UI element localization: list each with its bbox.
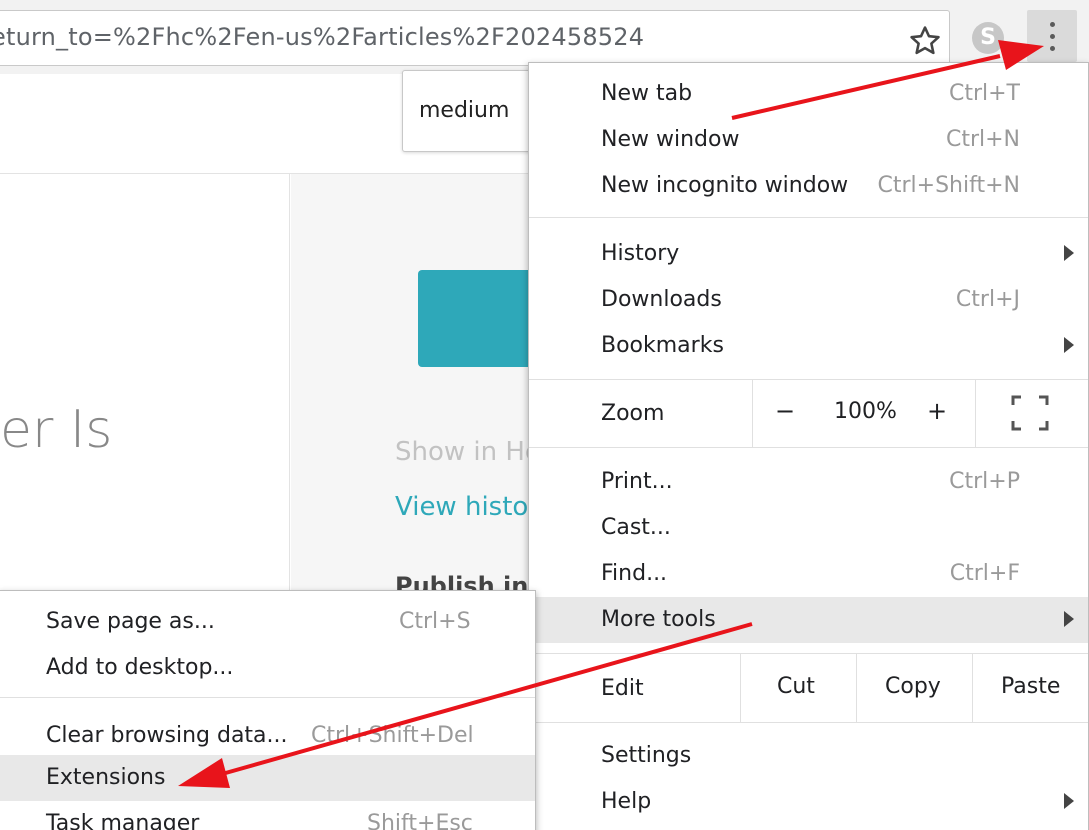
menu-item-label: Downloads — [601, 287, 722, 312]
submenu-item-shortcut: Ctrl+Shift+Del — [311, 723, 474, 748]
submenu-item-clear-browsing-data[interactable]: Clear browsing data... Ctrl+Shift+Del — [0, 713, 535, 759]
submenu-item-label: Add to desktop... — [46, 655, 234, 680]
menu-item-new-window[interactable]: New window Ctrl+N — [529, 117, 1088, 163]
more-tools-submenu: Save page as... Ctrl+S Add to desktop...… — [0, 590, 536, 830]
menu-item-label: Cast... — [601, 515, 671, 540]
submenu-item-label: Save page as... — [46, 609, 215, 634]
menu-item-shortcut: Ctrl+N — [945, 127, 1020, 152]
submenu-arrow-icon — [1064, 611, 1074, 627]
zoom-label: Zoom — [601, 401, 665, 426]
menu-item-label: Help — [601, 789, 652, 814]
menu-dot-icon — [1050, 34, 1055, 39]
edit-divider — [740, 654, 741, 722]
zoom-divider — [975, 379, 976, 447]
menu-item-history[interactable]: History — [529, 231, 1088, 277]
menu-item-downloads[interactable]: Downloads Ctrl+J — [529, 277, 1088, 323]
menu-separator — [529, 722, 1088, 723]
menu-item-bookmarks[interactable]: Bookmarks — [529, 323, 1088, 369]
show-in-help-text: Show in He — [395, 437, 541, 467]
submenu-item-add-to-desktop[interactable]: Add to desktop... — [0, 645, 535, 691]
copy-button[interactable]: Copy — [885, 674, 941, 699]
edit-divider — [972, 654, 973, 722]
menu-item-shortcut: Ctrl+T — [948, 81, 1020, 106]
menu-item-shortcut: Ctrl+P — [949, 469, 1020, 494]
menu-separator — [0, 697, 535, 698]
url-text[interactable]: eturn_to=%2Fhc%2Fen-us%2Farticles%2F2024… — [0, 23, 644, 51]
submenu-item-label: Task manager — [46, 811, 200, 830]
menu-item-cast[interactable]: Cast... — [529, 505, 1088, 551]
menu-item-shortcut: Ctrl+J — [955, 287, 1020, 312]
view-history-link[interactable]: View histor — [395, 492, 539, 522]
heading-text: er Is — [0, 400, 113, 460]
menu-item-help[interactable]: Help — [529, 779, 1088, 825]
bookmark-star-icon[interactable] — [908, 24, 942, 58]
menu-item-label: Print... — [601, 469, 673, 494]
menu-item-new-tab[interactable]: New tab Ctrl+T — [529, 71, 1088, 117]
menu-item-print[interactable]: Print... Ctrl+P — [529, 459, 1088, 505]
address-bar[interactable]: eturn_to=%2Fhc%2Fen-us%2Farticles%2F2024… — [0, 10, 950, 66]
menu-dot-icon — [1050, 46, 1055, 51]
menu-item-label: Settings — [601, 743, 692, 768]
menu-item-label: New incognito window — [601, 173, 849, 198]
zoom-level-value: 100% — [834, 399, 897, 424]
submenu-item-task-manager[interactable]: Task manager Shift+Esc — [0, 801, 535, 830]
chrome-main-menu: New tab Ctrl+T New window Ctrl+N New inc… — [528, 62, 1089, 830]
zoom-out-button[interactable]: − — [775, 397, 795, 425]
submenu-item-label: Clear browsing data... — [46, 723, 288, 748]
submenu-arrow-icon — [1064, 793, 1074, 809]
font-size-value: medium — [419, 98, 510, 123]
submenu-arrow-icon — [1064, 245, 1074, 261]
menu-zoom-row: Zoom − 100% + — [529, 379, 1088, 447]
menu-item-settings[interactable]: Settings — [529, 733, 1088, 779]
cut-button[interactable]: Cut — [777, 674, 815, 699]
submenu-item-save-page[interactable]: Save page as... Ctrl+S — [0, 599, 535, 645]
submenu-item-shortcut: Ctrl+S — [399, 609, 471, 634]
browser-window: eturn_to=%2Fhc%2Fen-us%2Farticles%2F2024… — [0, 0, 1089, 830]
skype-extension-icon[interactable]: S — [972, 22, 1004, 54]
edit-label: Edit — [601, 676, 644, 701]
menu-item-label: New window — [601, 127, 740, 152]
menu-item-new-incognito-window[interactable]: New incognito window Ctrl+Shift+N — [529, 163, 1088, 209]
zoom-divider — [752, 379, 753, 447]
menu-item-more-tools[interactable]: More tools — [529, 597, 1088, 643]
article-heading: er Is — [0, 400, 112, 460]
menu-item-shortcut: Ctrl+Shift+N — [877, 173, 1020, 198]
menu-item-label: More tools — [601, 607, 716, 632]
menu-item-label: Bookmarks — [601, 333, 724, 358]
menu-dot-icon — [1050, 22, 1055, 27]
submenu-arrow-icon — [1064, 337, 1074, 353]
menu-item-shortcut: Ctrl+F — [949, 561, 1020, 586]
menu-item-label: Find... — [601, 561, 668, 586]
edit-divider — [856, 654, 857, 722]
submenu-item-extensions[interactable]: Extensions — [0, 755, 535, 801]
menu-item-find[interactable]: Find... Ctrl+F — [529, 551, 1088, 597]
submenu-item-label: Extensions — [46, 765, 166, 790]
paste-button[interactable]: Paste — [1001, 674, 1060, 699]
menu-edit-row: Edit Cut Copy Paste — [529, 654, 1088, 722]
submenu-item-shortcut: Shift+Esc — [367, 811, 473, 830]
menu-separator — [529, 447, 1088, 448]
chrome-menu-button[interactable] — [1027, 10, 1077, 62]
menu-item-label: New tab — [601, 81, 693, 106]
menu-separator — [529, 217, 1088, 218]
zoom-in-button[interactable]: + — [927, 397, 947, 425]
fullscreen-icon[interactable] — [1011, 395, 1049, 431]
menu-item-label: History — [601, 241, 680, 266]
